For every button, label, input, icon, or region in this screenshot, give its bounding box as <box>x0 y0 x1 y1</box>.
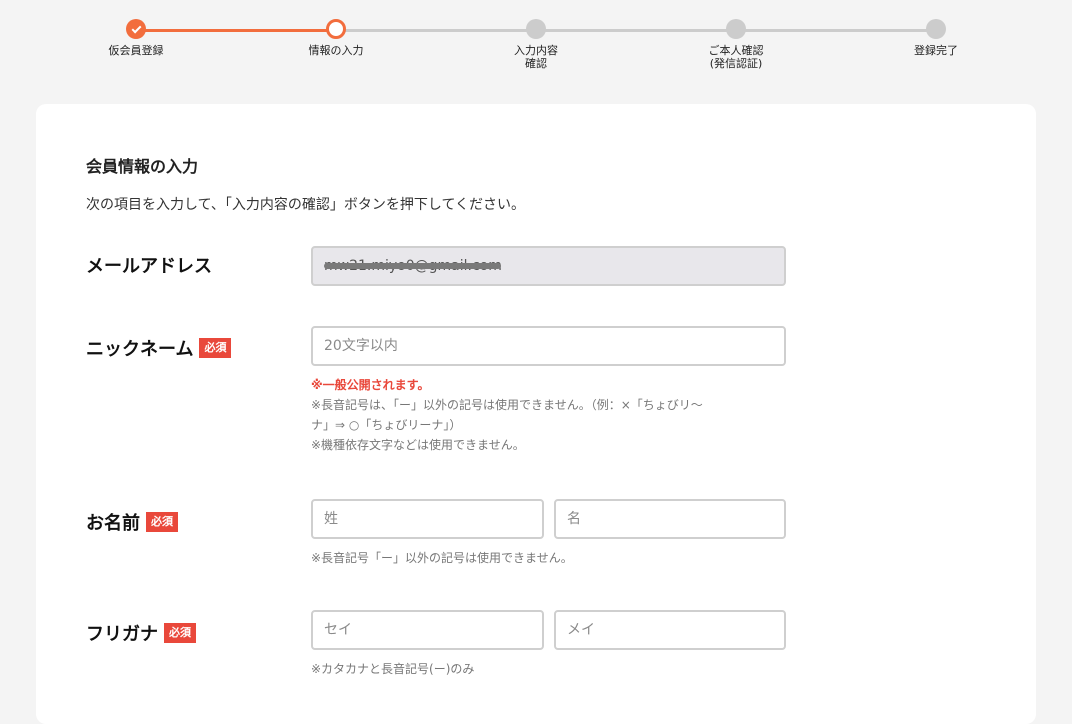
step-provisional-registration: 仮会員登録 <box>66 19 206 57</box>
step-dot <box>926 19 946 39</box>
nickname-label-text: ニックネーム <box>86 339 194 360</box>
name-label: お名前 必須 <box>86 509 178 535</box>
last-name-kana-input[interactable] <box>311 610 544 650</box>
nickname-input[interactable] <box>311 326 786 366</box>
first-name-kana-input[interactable] <box>554 610 786 650</box>
required-badge: 必須 <box>164 623 196 643</box>
form-title: 会員情報の入力 <box>86 157 199 176</box>
step-dot <box>526 19 546 39</box>
nickname-label: ニックネーム 必須 <box>86 335 232 361</box>
nickname-public-note: ※一般公開されます。 <box>311 378 430 392</box>
step-label: 情報の入力 <box>308 44 364 57</box>
last-name-input[interactable] <box>311 499 544 539</box>
step-confirm-input: 入力内容 確認 <box>466 19 606 70</box>
name-note: ※長音記号「ー」以外の記号は使用できません。 <box>311 551 573 565</box>
name-label-text: お名前 <box>86 513 140 534</box>
step-dot <box>126 19 146 39</box>
email-label-text: メールアドレス <box>86 256 212 277</box>
email-redaction-mask <box>324 263 501 269</box>
furigana-label-text: フリガナ <box>86 624 158 645</box>
step-label: 仮会員登録 <box>108 44 164 57</box>
first-name-input[interactable] <box>554 499 786 539</box>
step-label: 入力内容 確認 <box>514 44 558 70</box>
step-label: 登録完了 <box>914 44 958 57</box>
required-badge: 必須 <box>199 338 232 358</box>
stepper-track-pending <box>336 29 936 32</box>
member-info-form: 会員情報の入力 次の項目を入力して、「入力内容の確認」ボタンを押下してください。… <box>36 104 1036 724</box>
form-description: 次の項目を入力して、「入力内容の確認」ボタンを押下してください。 <box>86 197 526 213</box>
step-enter-info: 情報の入力 <box>266 19 406 57</box>
check-icon <box>131 23 141 33</box>
step-label: ご本人確認 (発信認証) <box>708 44 764 70</box>
step-dot <box>726 19 746 39</box>
step-identity-verification: ご本人確認 (発信認証) <box>666 19 806 70</box>
nickname-rules-note: ※長音記号は、「ー」以外の記号は使用できません。（例：×「ちょびリ〜 ナ」⇒ ○… <box>311 398 703 452</box>
step-registration-complete: 登録完了 <box>866 19 1006 57</box>
email-label: メールアドレス <box>86 252 212 278</box>
required-badge: 必須 <box>146 512 178 532</box>
step-dot <box>326 19 346 39</box>
progress-stepper: 仮会員登録 情報の入力 入力内容 確認 ご本人確認 (発信認証) 登録完了 <box>0 0 1072 90</box>
furigana-note: ※カタカナと長音記号(ー)のみ <box>311 662 475 676</box>
furigana-label: フリガナ 必須 <box>86 620 196 646</box>
